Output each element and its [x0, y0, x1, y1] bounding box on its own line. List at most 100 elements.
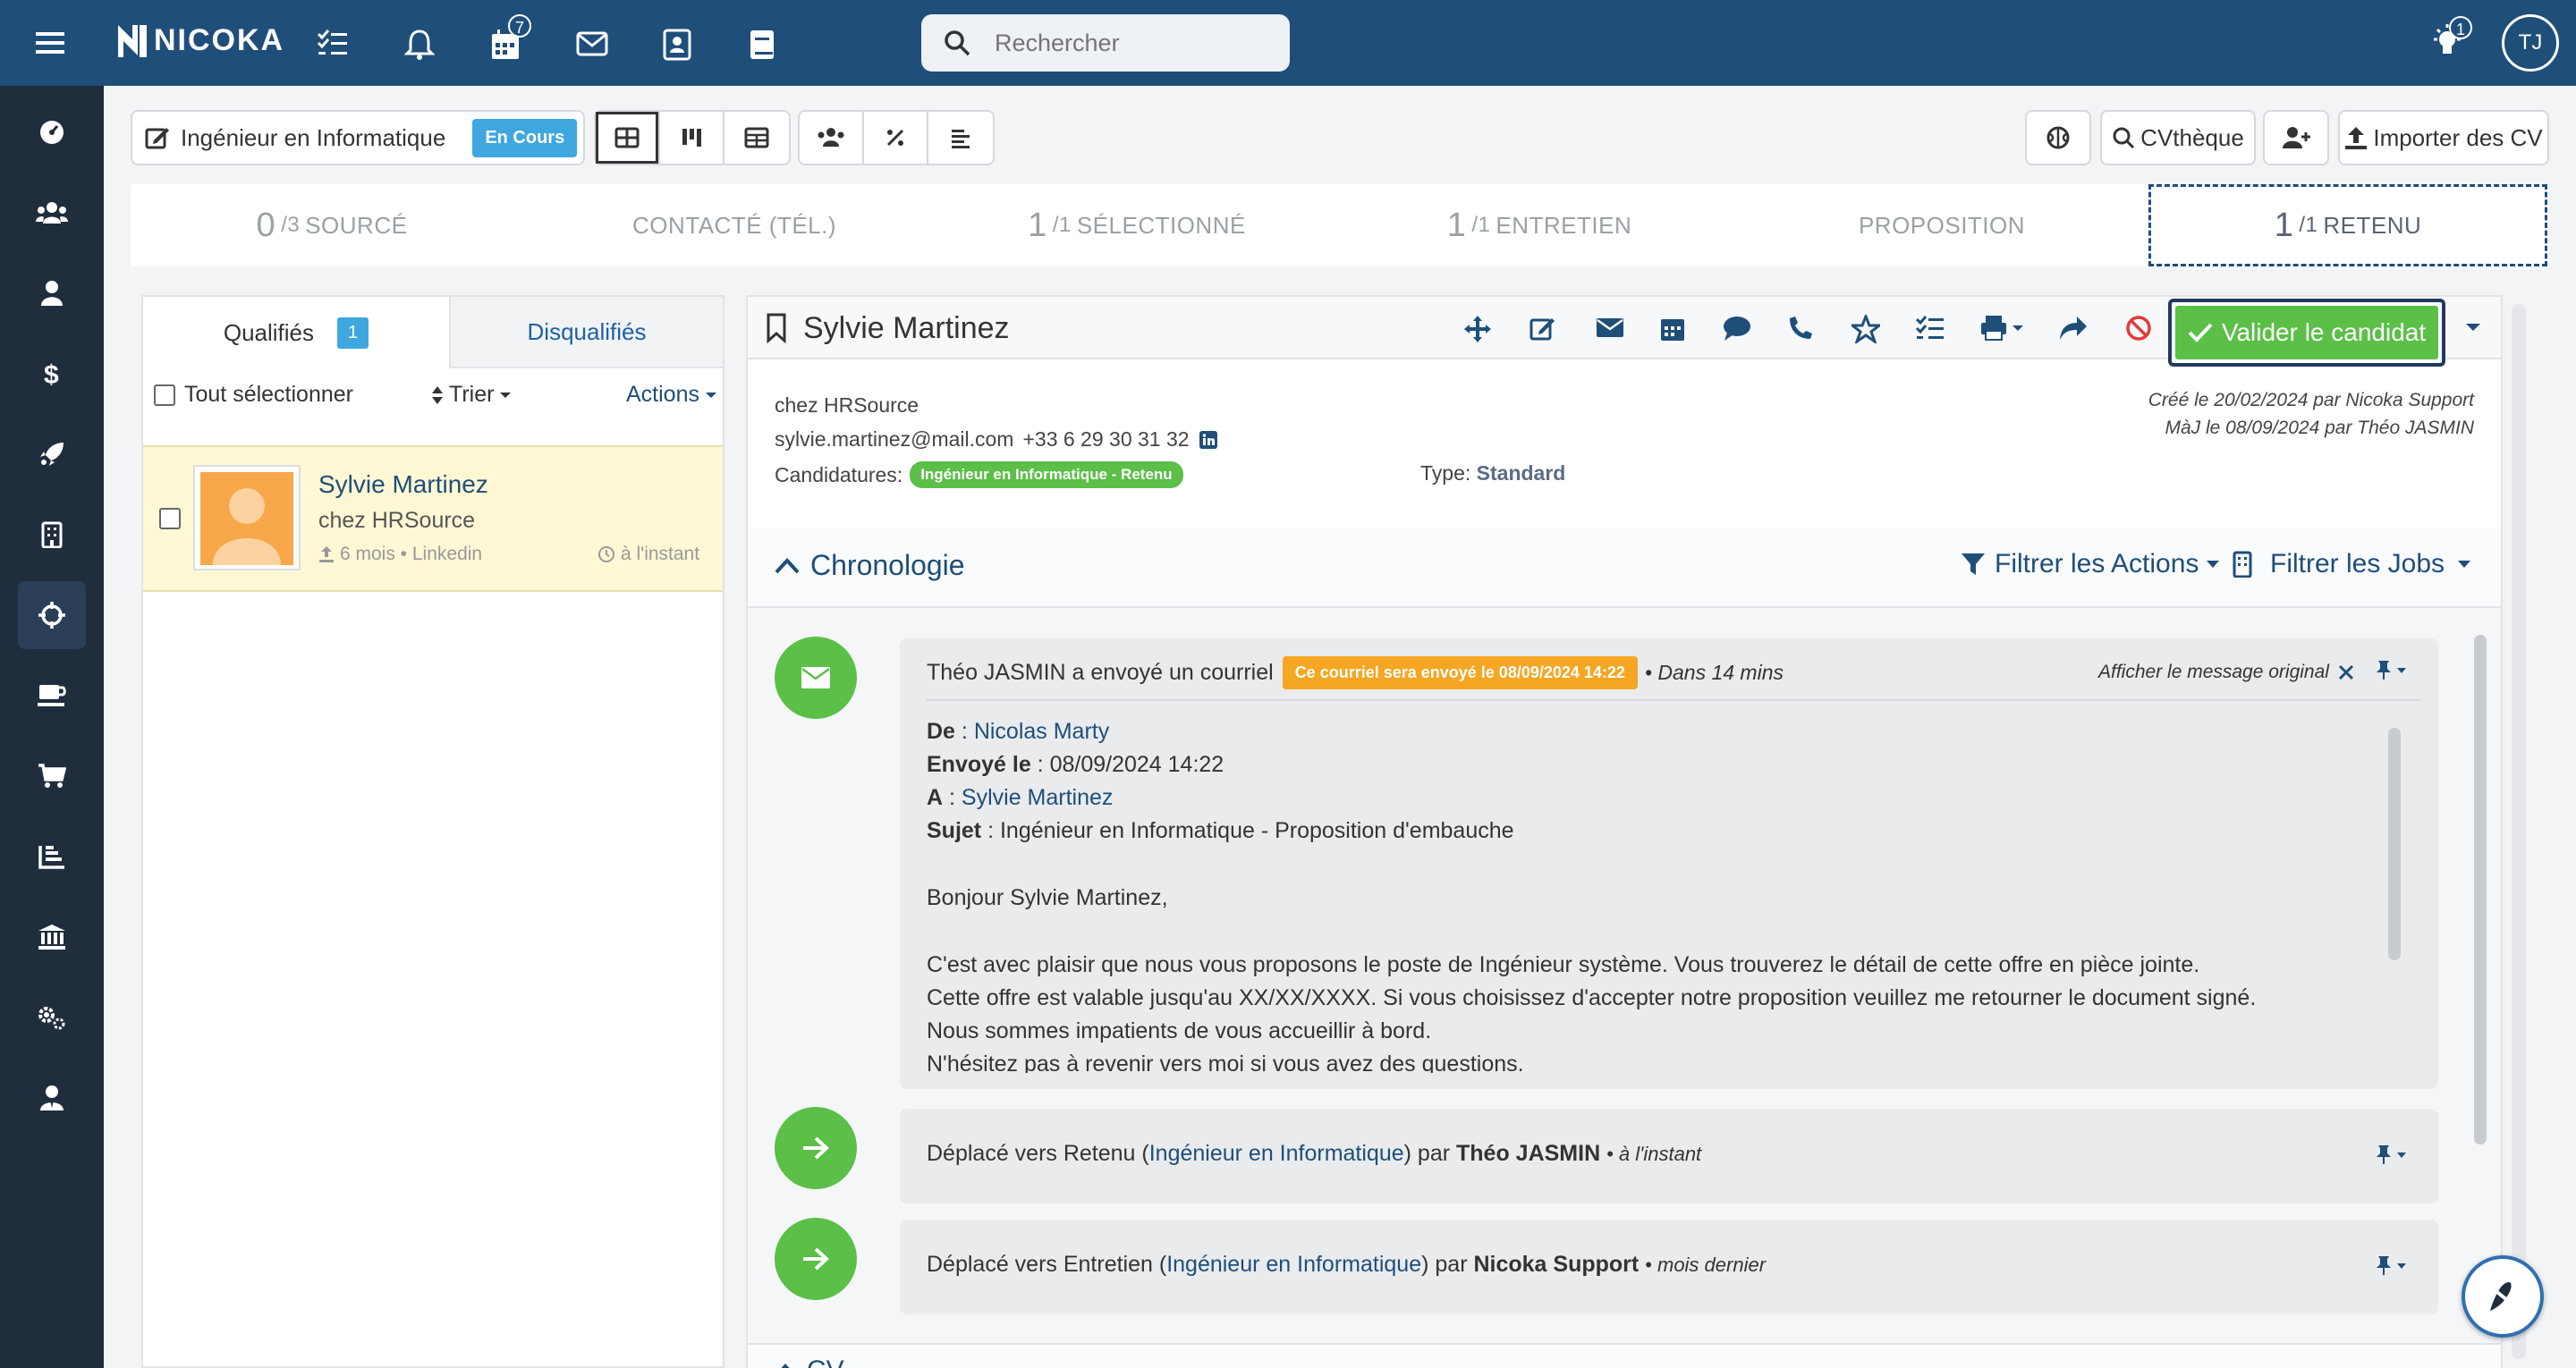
chevron-up-icon	[781, 1364, 790, 1368]
show-original-link[interactable]: Afficher le message original	[2098, 662, 2354, 683]
gauge-icon	[40, 121, 64, 144]
sidebar-item-teams[interactable]	[18, 179, 86, 247]
tasks-icon[interactable]	[317, 29, 349, 59]
ban-icon[interactable]	[2125, 315, 2152, 342]
sort-dropdown[interactable]: Trier	[431, 382, 512, 408]
search-input[interactable]	[995, 29, 1263, 57]
share-icon[interactable]	[2059, 315, 2088, 342]
move-event-icon	[775, 1218, 857, 1300]
linkedin-icon[interactable]	[1199, 430, 1218, 450]
close-icon[interactable]	[2338, 664, 2354, 680]
move-icon[interactable]	[1463, 315, 1492, 343]
comment-icon[interactable]	[1723, 315, 1751, 342]
email-scrollbar[interactable]	[2388, 728, 2401, 960]
sidebar-item-support[interactable]	[18, 1064, 86, 1132]
chat-logo-icon	[2490, 1282, 2513, 1311]
mail-icon[interactable]	[576, 29, 608, 59]
text-align-button[interactable]	[928, 112, 993, 164]
logo[interactable]: NICOKA	[114, 20, 284, 61]
detail-email[interactable]: sylvie.martinez@mail.com	[775, 427, 1013, 452]
detail-phone[interactable]: +33 6 29 30 31 32	[1022, 427, 1189, 452]
mail-icon[interactable]	[1596, 315, 1624, 340]
sidebar-item-recruitment[interactable]	[18, 581, 86, 649]
stage-proposal[interactable]: PROPOSITION	[1741, 184, 2143, 266]
candidate-checkbox[interactable]	[159, 508, 181, 529]
lightbulb-icon[interactable]: 1	[2429, 16, 2472, 61]
stage-contacted[interactable]: CONTACTÉ (TÉL.)	[533, 184, 936, 266]
stage-retained[interactable]: 1/1 RETENU	[2148, 184, 2547, 266]
sidebar-item-finance[interactable]: $	[18, 340, 86, 408]
tab-qualified[interactable]: Qualifiés 1	[143, 297, 451, 368]
select-all-checkbox[interactable]	[154, 384, 175, 406]
stage-sourced[interactable]: 0/3 SOURCÉ	[131, 184, 533, 266]
sidebar-item-projects[interactable]	[18, 420, 86, 488]
svg-text:$: $	[44, 360, 59, 388]
table-view-button[interactable]	[724, 112, 789, 164]
sidebar-item-people[interactable]	[18, 259, 86, 327]
validate-candidate-button[interactable]: Valider le candidat	[2168, 299, 2445, 367]
action-group	[798, 110, 995, 165]
bookmark-icon[interactable]	[766, 313, 787, 343]
print-icon[interactable]	[1980, 315, 2025, 342]
tab-disqualified[interactable]: Disqualifiés	[451, 297, 723, 368]
sidebar-item-bank[interactable]	[18, 903, 86, 971]
job-selector[interactable]: Ingénieur en Informatique En Cours	[131, 110, 585, 165]
timeline-toggle[interactable]: Chronologie	[775, 549, 965, 582]
align-left-icon	[952, 130, 970, 148]
cv-section-header[interactable]: CV	[748, 1343, 2501, 1368]
checklist-icon[interactable]	[1916, 315, 1945, 342]
job-link[interactable]: Ingénieur en Informatique	[1149, 1141, 1404, 1166]
sidebar-item-settings[interactable]	[18, 984, 86, 1051]
pin-icon[interactable]	[2376, 1255, 2411, 1277]
grid-view-button[interactable]	[596, 112, 660, 164]
edit-icon[interactable]	[1530, 315, 1556, 342]
sidebar-item-purchases[interactable]	[18, 742, 86, 810]
cvtheque-button[interactable]: CVthèque	[2100, 110, 2256, 165]
candidate-card[interactable]: Sylvie Martinez chez HRSource 6 mois • L…	[143, 445, 723, 592]
application-tag[interactable]: Ingénieur en Informatique - Retenu	[910, 461, 1183, 488]
pin-icon[interactable]	[2376, 660, 2411, 681]
sidebar-item-reports[interactable]	[18, 823, 86, 891]
sidebar-item-dashboard[interactable]	[18, 98, 86, 166]
contacts-icon[interactable]	[662, 29, 692, 61]
email-from[interactable]: Nicolas Marty	[974, 719, 1109, 744]
caret-down-icon[interactable]	[2465, 322, 2481, 333]
upload-icon	[319, 546, 334, 562]
team-button[interactable]	[800, 112, 864, 164]
notebook-icon[interactable]	[748, 29, 776, 61]
timeline-scrollbar[interactable]	[2474, 635, 2487, 1144]
sidebar-item-companies[interactable]	[18, 501, 86, 569]
page-scrollbar[interactable]	[2512, 304, 2526, 1359]
calendar-icon[interactable]: 7	[490, 14, 531, 61]
search-bar[interactable]	[921, 14, 1290, 72]
phone-icon[interactable]	[1787, 315, 1814, 342]
kanban-view-button[interactable]	[660, 112, 724, 164]
actions-dropdown[interactable]: Actions	[626, 382, 717, 408]
grid-icon	[614, 127, 640, 148]
email-to[interactable]: Sylvie Martinez	[962, 785, 1114, 810]
import-cv-button[interactable]: Importer des CV	[2338, 110, 2549, 165]
chat-widget-button[interactable]	[2462, 1255, 2544, 1338]
job-link[interactable]: Ingénieur en Informatique	[1166, 1252, 1421, 1277]
star-icon[interactable]	[1852, 315, 1880, 343]
stage-interview[interactable]: 1/1 ENTRETIEN	[1338, 184, 1741, 266]
filter-actions-dropdown[interactable]: Filtrer les Actions	[1961, 549, 2220, 579]
add-user-button[interactable]	[2263, 110, 2329, 165]
filter-jobs-dropdown[interactable]: Filtrer les Jobs	[2233, 549, 2471, 579]
menu-icon[interactable]	[36, 27, 68, 59]
bell-icon[interactable]	[404, 29, 435, 61]
caret-down-icon	[2458, 561, 2471, 568]
percent-icon	[886, 129, 904, 147]
brain-button[interactable]	[2025, 110, 2091, 165]
select-all[interactable]: Tout sélectionner	[154, 382, 353, 408]
calendar-icon[interactable]	[1660, 315, 1685, 342]
sidebar-item-breaks[interactable]	[18, 662, 86, 730]
candidate-name[interactable]: Sylvie Martinez	[318, 470, 488, 499]
user-avatar[interactable]: TJ	[2502, 14, 2559, 72]
caret-down-icon	[2207, 561, 2220, 568]
percent-button[interactable]	[864, 112, 928, 164]
calendar-badge: 7	[508, 14, 531, 38]
stage-selected[interactable]: 1/1 SÉLECTIONNÉ	[936, 184, 1338, 266]
pin-icon[interactable]	[2376, 1144, 2411, 1166]
detail-company: chez HRSource	[775, 393, 919, 417]
